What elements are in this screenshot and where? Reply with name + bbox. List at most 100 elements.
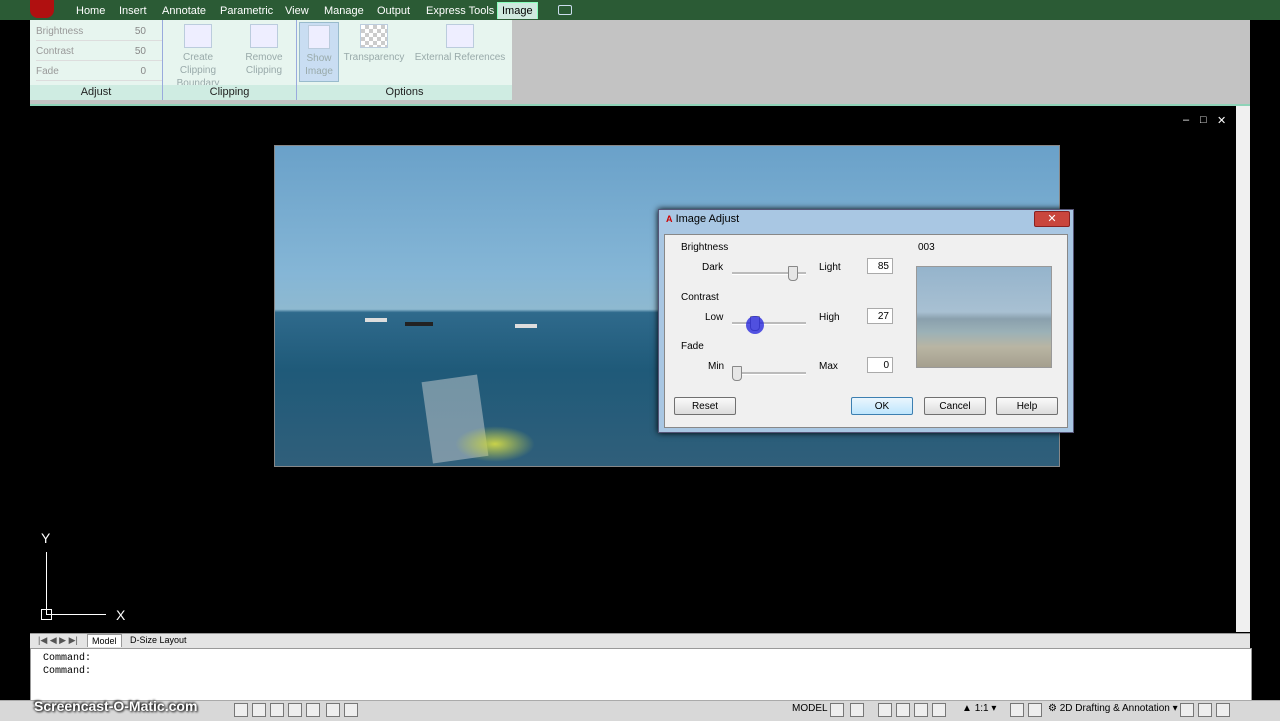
clip-remove-icon [250, 24, 278, 48]
external-references-icon [446, 24, 474, 48]
ortho-icon[interactable] [270, 703, 284, 717]
contrast-value: 50 [134, 46, 146, 57]
tab-view[interactable]: View [281, 3, 313, 19]
external-references-label: External References [414, 52, 506, 63]
zoom-icon[interactable] [896, 703, 910, 717]
pan-icon[interactable] [878, 703, 892, 717]
boat [515, 324, 537, 328]
tab-image[interactable]: Image [497, 2, 538, 19]
adjust-panel: Brightness 50 Contrast 50 Fade 0 Adjust [30, 20, 163, 100]
layout-view-icon[interactable] [830, 703, 844, 717]
flowers [455, 426, 535, 462]
lightbulb-icon [308, 25, 330, 49]
contrast-group-label: Contrast [681, 292, 719, 303]
remove-clipping-button[interactable]: Remove Clipping [231, 22, 297, 77]
annotation-scale[interactable]: ▲ 1:1 ▾ [962, 703, 996, 714]
ribbon-panels: Brightness 50 Contrast 50 Fade 0 Adjust … [30, 20, 512, 100]
fade-label: Fade [36, 66, 59, 77]
ok-button[interactable]: OK [851, 397, 913, 415]
tab-nav-arrows-icon[interactable]: |◀ ◀ ▶ ▶| [34, 634, 82, 646]
command-history-line: Command: [43, 666, 92, 677]
brightness-high-label: Light [819, 262, 841, 273]
transparency-label: Transparency [343, 52, 405, 63]
ucs-origin-icon [41, 609, 52, 620]
workspace-name: 2D Drafting & Annotation [1059, 703, 1170, 714]
quick-properties-icon[interactable] [344, 703, 358, 717]
showmotion-icon[interactable] [932, 703, 946, 717]
transparency-button[interactable]: Transparency [341, 22, 407, 64]
steering-wheel-icon[interactable] [914, 703, 928, 717]
cancel-button[interactable]: Cancel [924, 397, 986, 415]
tab-output[interactable]: Output [373, 3, 414, 19]
boat [405, 322, 433, 326]
vertical-scrollbar[interactable] [1236, 106, 1250, 632]
autocad-logo-icon: A [666, 214, 673, 224]
tab-annotate[interactable]: Annotate [158, 3, 210, 19]
auto-scale-icon[interactable] [1028, 703, 1042, 717]
remove-clipping-label: Remove Clipping [245, 52, 283, 76]
fade-slider-thumb[interactable] [732, 366, 742, 381]
annotation-scale-value: 1:1 [974, 703, 989, 714]
contrast-high-label: High [819, 312, 840, 323]
external-references-button[interactable]: External References [413, 22, 507, 64]
model-space-toggle[interactable]: MODEL [792, 703, 828, 714]
show-image-label: Show Image [305, 53, 333, 77]
brightness-group-label: Brightness [681, 242, 729, 253]
boat [365, 318, 387, 322]
workspace-switcher[interactable]: ⚙ 2D Drafting & Annotation ▾ [1048, 703, 1178, 714]
fade-row[interactable]: Fade 0 [36, 64, 162, 81]
tab-insert[interactable]: Insert [115, 3, 151, 19]
annotation-visibility-icon[interactable] [1010, 703, 1024, 717]
help-button[interactable]: Help [996, 397, 1058, 415]
fade-value: 0 [140, 66, 146, 77]
tab-express-tools[interactable]: Express Tools [422, 3, 498, 19]
tab-d-size-layout[interactable]: D-Size Layout [126, 634, 191, 646]
tab-parametric[interactable]: Parametric [216, 3, 277, 19]
viewport-close-icon[interactable]: ✕ [1217, 114, 1226, 127]
contrast-value-field[interactable]: 27 [867, 308, 893, 324]
brightness-value-field[interactable]: 85 [867, 258, 893, 274]
tab-home[interactable]: Home [72, 3, 109, 19]
tab-manage[interactable]: Manage [320, 3, 368, 19]
isolate-objects-icon[interactable] [1216, 703, 1230, 717]
lock-icon[interactable] [1180, 703, 1194, 717]
fade-slider-track[interactable] [732, 372, 806, 375]
contrast-row[interactable]: Contrast 50 [36, 44, 162, 61]
tab-model[interactable]: Model [87, 634, 122, 647]
ucs-y-axis [46, 552, 47, 614]
hardware-acceleration-icon[interactable] [1198, 703, 1212, 717]
command-window[interactable]: Command: Command: [30, 648, 1252, 702]
minimize-ribbon-icon[interactable] [558, 5, 572, 15]
clip-create-icon [184, 24, 212, 48]
cursor-highlight [746, 316, 764, 334]
clipping-panel: Create Clipping Boundary Remove Clipping… [163, 20, 297, 100]
brightness-row[interactable]: Brightness 50 [36, 24, 162, 41]
dialog-close-button[interactable]: ✕ [1034, 211, 1070, 227]
lineweight-icon[interactable] [326, 703, 340, 717]
brightness-slider-thumb[interactable] [788, 266, 799, 281]
contrast-slider-track[interactable] [732, 322, 806, 325]
fade-value-field[interactable]: 0 [867, 357, 893, 373]
fade-group-label: Fade [681, 341, 704, 352]
polar-icon[interactable] [288, 703, 302, 717]
annotation-scale-icon: ▲ [962, 703, 972, 714]
snap-icon[interactable] [234, 703, 248, 717]
fade-low-label: Min [708, 361, 725, 372]
brightness-value: 50 [134, 26, 146, 37]
dialog-title-text: Image Adjust [675, 213, 740, 225]
viewports-icon[interactable] [850, 703, 864, 717]
viewport-restore-icon[interactable]: □ [1200, 114, 1207, 126]
adjust-panel-title: Adjust [30, 85, 162, 100]
brightness-label: Brightness [36, 26, 84, 37]
create-clipping-label: Create Clipping Boundary [176, 52, 220, 89]
create-clipping-boundary-button[interactable]: Create Clipping Boundary [165, 22, 231, 90]
screencast-watermark: Screencast-O-Matic.com [34, 698, 198, 714]
application-menu-button[interactable] [30, 0, 54, 18]
grid-icon[interactable] [252, 703, 266, 717]
osnap-icon[interactable] [306, 703, 320, 717]
layout-tab-bar [30, 633, 1250, 648]
reset-button[interactable]: Reset [674, 397, 736, 415]
ucs-y-label: Y [41, 530, 51, 546]
show-image-button[interactable]: Show Image [299, 22, 339, 82]
viewport-minimize-icon[interactable]: – [1183, 114, 1189, 126]
